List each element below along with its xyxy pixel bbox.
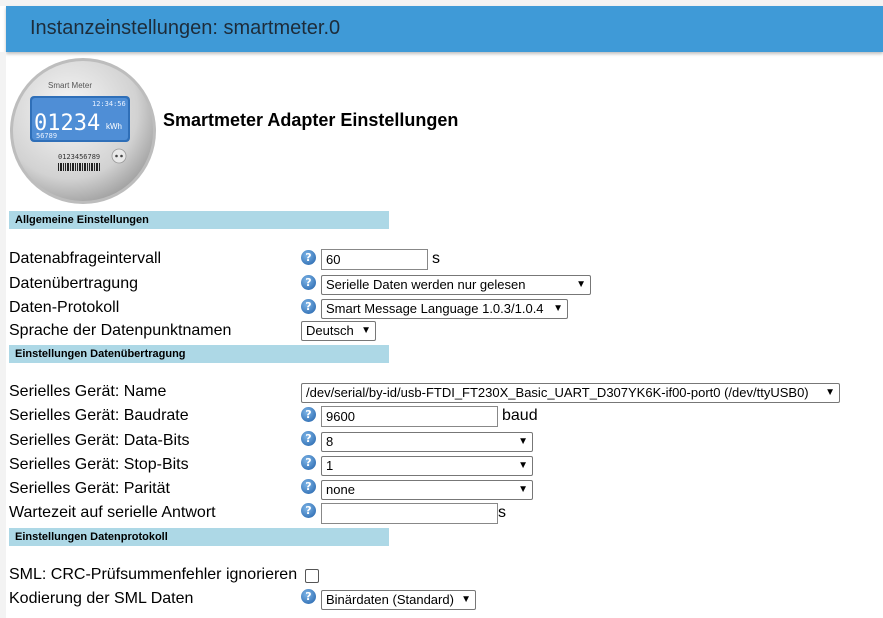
adapter-title: Smartmeter Adapter Einstellungen xyxy=(163,110,459,130)
protocol-select[interactable]: Smart Message Language 1.0.3/1.0.4 ▼ xyxy=(321,299,568,319)
chevron-down-icon: ▼ xyxy=(518,436,528,447)
baud-label: Serielles Gerät: Baudrate xyxy=(9,407,189,424)
parity-select-value: none xyxy=(326,482,355,497)
wait-unit: s xyxy=(498,504,506,521)
stopbits-select-value: 1 xyxy=(326,458,334,473)
help-icon[interactable]: ? xyxy=(301,589,316,604)
meter-serial: 0123456789 xyxy=(58,153,100,161)
meter-time: 12:34:56 xyxy=(92,100,126,108)
encoding-select[interactable]: Binärdaten (Standard) ▼ xyxy=(321,590,476,610)
chevron-down-icon: ▼ xyxy=(518,460,528,471)
wait-input[interactable] xyxy=(321,503,498,524)
chevron-down-icon: ▼ xyxy=(518,484,528,495)
transfer-label: Datenübertragung xyxy=(9,275,138,292)
wait-label: Wartezeit auf serielle Antwort xyxy=(9,504,216,521)
section-protocol: Einstellungen Datenprotokoll xyxy=(9,528,389,546)
interval-unit: s xyxy=(432,250,440,267)
interval-label: Datenabfrageintervall xyxy=(9,250,162,267)
chevron-down-icon: ▼ xyxy=(576,279,586,290)
transfer-select[interactable]: Serielle Daten werden nur gelesen ▼ xyxy=(321,275,591,295)
help-icon[interactable]: ? xyxy=(301,250,316,265)
help-icon[interactable]: ? xyxy=(301,479,316,494)
protocol-label: Daten-Protokoll xyxy=(9,299,120,316)
databits-select-value: 8 xyxy=(326,434,334,449)
baud-input[interactable]: 9600 xyxy=(321,406,498,427)
databits-label: Serielles Gerät: Data-Bits xyxy=(9,432,190,449)
serial-name-select-value: /dev/serial/by-id/usb-FTDI_FT230X_Basic_… xyxy=(306,385,809,400)
title-bar: Instanzeinstellungen: smartmeter.0 xyxy=(6,6,883,52)
language-label: Sprache der Datenpunktnamen xyxy=(9,322,232,339)
baud-unit: baud xyxy=(502,407,538,424)
help-icon[interactable]: ? xyxy=(301,455,316,470)
encoding-label: Kodierung der SML Daten xyxy=(9,590,194,607)
section-transfer: Einstellungen Datenübertragung xyxy=(9,345,389,363)
crc-label: SML: CRC-Prüfsummenfehler ignorieren xyxy=(9,566,298,583)
parity-select[interactable]: none ▼ xyxy=(321,480,533,500)
window-title: Instanzeinstellungen: smartmeter.0 xyxy=(30,17,341,39)
help-icon[interactable]: ? xyxy=(301,407,316,422)
transfer-select-value: Serielle Daten werden nur gelesen xyxy=(326,277,526,292)
meter-sub-number: 56789 xyxy=(36,132,57,140)
smart-meter-logo: Smart Meter 12:34:56 01234 kWh 56789 012… xyxy=(10,58,156,204)
language-select-value: Deutsch xyxy=(306,323,354,338)
crc-checkbox[interactable] xyxy=(305,569,319,583)
help-icon[interactable]: ? xyxy=(301,503,316,518)
serial-name-label: Serielles Gerät: Name xyxy=(9,383,167,400)
chevron-down-icon: ▼ xyxy=(361,325,371,336)
section-general: Allgemeine Einstellungen xyxy=(9,211,389,229)
stopbits-select[interactable]: 1 ▼ xyxy=(321,456,533,476)
chevron-down-icon: ▼ xyxy=(825,387,835,398)
left-edge xyxy=(0,52,6,618)
help-icon[interactable]: ? xyxy=(301,431,316,446)
protocol-select-value: Smart Message Language 1.0.3/1.0.4 xyxy=(326,301,544,316)
databits-select[interactable]: 8 ▼ xyxy=(321,432,533,452)
stopbits-label: Serielles Gerät: Stop-Bits xyxy=(9,456,189,473)
serial-name-select[interactable]: /dev/serial/by-id/usb-FTDI_FT230X_Basic_… xyxy=(301,383,840,403)
encoding-select-value: Binärdaten (Standard) xyxy=(326,592,454,607)
meter-unit: kWh xyxy=(106,122,122,131)
language-select[interactable]: Deutsch ▼ xyxy=(301,321,376,341)
chevron-down-icon: ▼ xyxy=(553,303,563,314)
chevron-down-icon: ▼ xyxy=(461,594,471,605)
interval-input[interactable]: 60 xyxy=(321,249,428,270)
help-icon[interactable]: ? xyxy=(301,275,316,290)
meter-brand: Smart Meter xyxy=(48,81,92,90)
help-icon[interactable]: ? xyxy=(301,299,316,314)
parity-label: Serielles Gerät: Parität xyxy=(9,480,170,497)
